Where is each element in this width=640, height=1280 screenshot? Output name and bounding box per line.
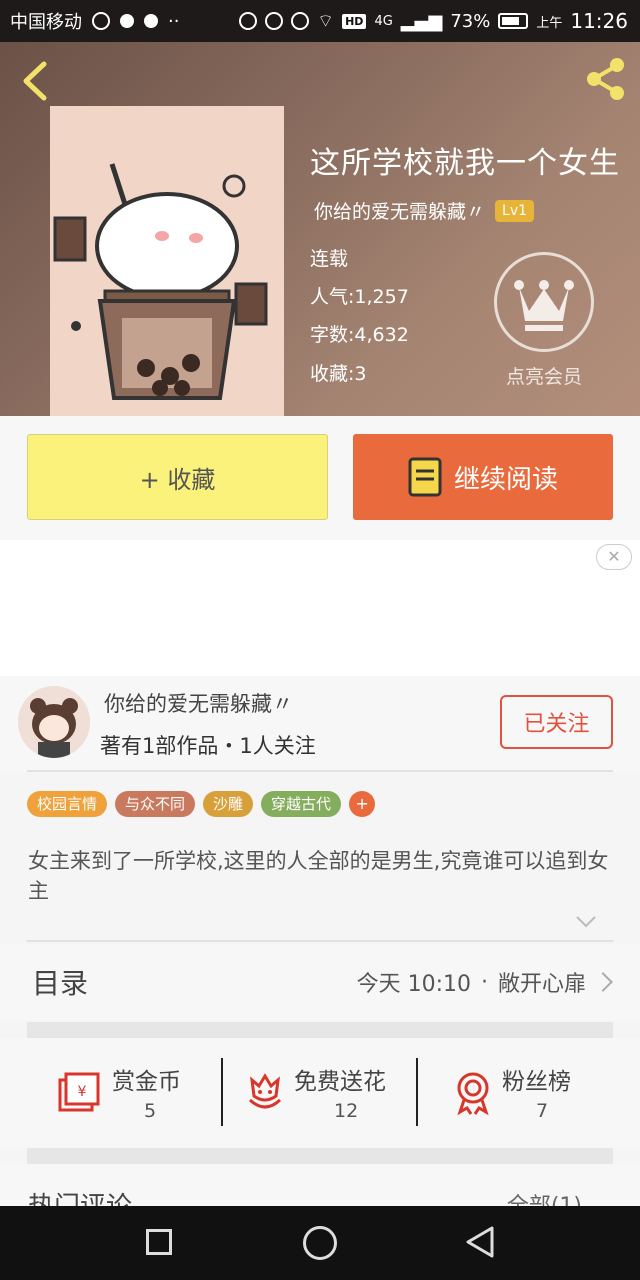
fan-ranking-label: 粉丝榜 <box>502 1069 571 1095</box>
book-popularity: 人气:1,257 <box>310 286 409 308</box>
book-cover[interactable] <box>50 106 284 416</box>
chevron-right-icon <box>593 972 613 992</box>
tag-item[interactable]: 与众不同 <box>115 791 196 817</box>
book-word-count: 字数:4,632 <box>310 324 409 346</box>
all-comments-link[interactable]: 全部(1) <box>507 1188 582 1206</box>
clock: 11:26 <box>570 9 628 33</box>
more-notifications-icon: ·· <box>168 10 180 32</box>
book-title: 这所学校就我一个女生 <box>310 146 620 181</box>
network-type: 4G <box>374 13 393 29</box>
vip-label[interactable]: 点亮会员 <box>474 362 614 389</box>
add-tag-button[interactable]: + <box>349 791 376 817</box>
author-level-badge: Lv1 <box>495 199 535 222</box>
wifi-icon: ⌔ <box>317 10 335 32</box>
fan-ranking-value: 7 <box>536 1100 549 1122</box>
book-status: 连载 <box>310 248 349 270</box>
crown-icon <box>514 280 574 331</box>
author-stats: 著有1部作品・1人关注 <box>100 734 316 758</box>
battery-icon <box>498 13 529 29</box>
eye-icon <box>291 12 310 30</box>
latest-update[interactable]: 今天 10:10 · 敞开心扉 <box>356 966 613 998</box>
hot-comments-header[interactable]: 热门评论 全部(1) <box>0 1164 640 1206</box>
author-card[interactable]: 你给的爱无需躲藏〃 著有1部作品・1人关注 已关注 <box>0 676 640 772</box>
flower-icon <box>248 1073 282 1109</box>
carrier-label: 中国移动 <box>10 12 82 33</box>
hd-badge: HD <box>342 13 367 29</box>
qq-icon <box>92 12 110 30</box>
vip-crown-button[interactable] <box>494 252 594 352</box>
signal-icon: ▂▄▆ <box>400 10 443 32</box>
continue-reading-label: 继续阅读 <box>453 464 558 495</box>
close-ad-icon[interactable]: ✕ <box>596 544 632 570</box>
book-synopsis: 女主来到了一所学校,这里的人全部的是男生,究竟谁可以追到女主 <box>28 849 609 903</box>
bubble-tea-illustration <box>50 106 284 416</box>
divider <box>27 770 613 772</box>
tag-item[interactable]: 穿越古代 <box>261 791 342 817</box>
follow-label: 已关注 <box>523 712 590 737</box>
book-author[interactable]: 你给的爱无需躲藏〃 <box>314 197 485 224</box>
tag-item[interactable]: 校园言情 <box>27 791 108 817</box>
send-flower-button[interactable]: 免费送花 12 <box>242 1058 402 1126</box>
red-envelope-icon: ¥ <box>58 1072 100 1112</box>
home-icon[interactable] <box>303 1226 337 1260</box>
section-separator <box>27 1148 613 1164</box>
ad-banner[interactable]: ✕ <box>0 540 640 676</box>
headphones-icon <box>239 12 258 30</box>
divider <box>27 940 613 942</box>
recent-apps-icon[interactable] <box>146 1229 172 1255</box>
share-icon[interactable] <box>580 54 630 104</box>
medal-icon <box>457 1072 489 1116</box>
book-icon <box>408 457 442 497</box>
reward-value: 5 <box>144 1100 157 1122</box>
update-time: 今天 10:10 <box>356 972 471 997</box>
chevron-left-icon[interactable] <box>16 56 56 106</box>
weibo-icon <box>120 14 134 28</box>
system-nav-bar <box>0 1206 640 1280</box>
catalog-row[interactable]: 目录 今天 10:10 · 敞开心扉 <box>0 944 640 1020</box>
back-icon[interactable] <box>464 1224 496 1260</box>
battery-percent: 73% <box>450 10 491 32</box>
flower-value: 12 <box>334 1100 359 1122</box>
status-bar: 中国移动 ·· ⌔ HD 4G ▂▄▆ 73% 上午 11:26 <box>0 0 640 42</box>
author-avatar[interactable] <box>18 686 90 758</box>
follow-button[interactable]: 已关注 <box>500 695 613 749</box>
section-separator <box>27 1022 613 1038</box>
action-buttons: + 收藏 继续阅读 <box>0 416 640 540</box>
separator-dot: · <box>480 969 488 995</box>
flower-label: 免费送花 <box>294 1069 386 1095</box>
reward-label: 赏金币 <box>112 1069 181 1095</box>
book-favorites: 收藏:3 <box>310 363 367 385</box>
catalog-label: 目录 <box>32 967 89 1000</box>
chevron-down-icon[interactable] <box>574 914 598 930</box>
alarm-icon <box>265 12 284 30</box>
avatar-illustration <box>18 686 90 758</box>
book-header: 这所学校就我一个女生 你给的爱无需躲藏〃 Lv1 连载 人气:1,257 字数:… <box>0 42 640 416</box>
collect-button[interactable]: + 收藏 <box>27 434 328 520</box>
tag-item[interactable]: 沙雕 <box>203 791 254 817</box>
tag-list: 校园言情 与众不同 沙雕 穿越古代 + <box>27 791 376 817</box>
fan-ranking-button[interactable]: 粉丝榜 7 <box>450 1058 600 1126</box>
svg-text:¥: ¥ <box>78 1084 87 1100</box>
divider <box>416 1058 418 1126</box>
reward-coin-button[interactable]: ¥ 赏金币 5 <box>56 1058 196 1126</box>
author-name[interactable]: 你给的爱无需躲藏〃 <box>104 688 293 718</box>
continue-reading-button[interactable]: 继续阅读 <box>353 434 613 520</box>
support-stats: ¥ 赏金币 5 免费送花 12 粉丝榜 7 <box>0 1038 640 1148</box>
divider <box>221 1058 223 1126</box>
hot-comments-label: 热门评论 <box>28 1186 132 1206</box>
collect-label: + 收藏 <box>139 465 216 494</box>
ampm-label: 上午 <box>536 15 563 31</box>
book-author-row[interactable]: 你给的爱无需躲藏〃 Lv1 <box>314 197 535 224</box>
weibo-icon-2 <box>144 14 158 28</box>
latest-chapter: 敞开心扉 <box>497 972 586 997</box>
